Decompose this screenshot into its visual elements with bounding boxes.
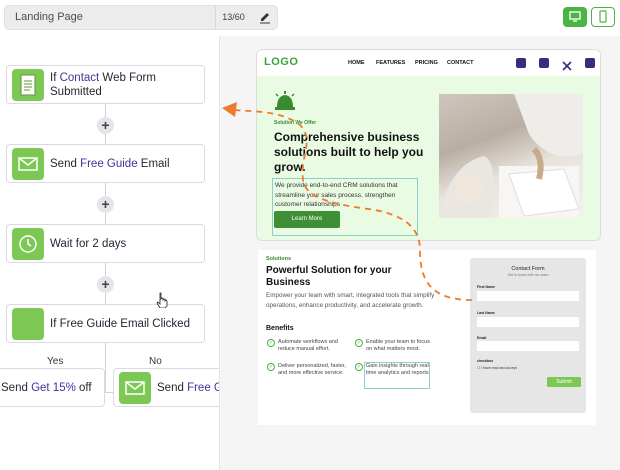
step-label: If Contact Web Form Submitted — [50, 71, 156, 98]
hero-headline: Comprehensive business solutions built t… — [274, 130, 424, 174]
step-label: If Free Guide Email Clicked — [50, 317, 190, 330]
step-label: Send Free G — [157, 381, 220, 394]
page-name-field[interactable]: Landing Page 13/60 — [4, 5, 278, 30]
pencil-icon[interactable] — [253, 7, 277, 28]
offer-tag: Solution We Offer — [274, 120, 317, 126]
top-bar: Landing Page 13/60 — [0, 0, 620, 36]
consent-checkbox[interactable]: ☐ I have read and accept — [477, 366, 517, 370]
nav-home[interactable]: HOME — [348, 60, 365, 66]
add-step-button[interactable]: + — [97, 117, 114, 134]
check-icon: ✓ — [355, 363, 363, 371]
nav-contact[interactable]: CONTACT — [447, 60, 473, 66]
form-title: Contact Form — [511, 266, 545, 272]
monitor-icon — [569, 11, 581, 22]
add-step-button[interactable]: + — [97, 196, 114, 213]
no-branch-label: No — [149, 356, 162, 367]
step-condition[interactable]: If Free Guide Email Clicked — [6, 304, 205, 343]
submit-button[interactable]: Submit — [547, 377, 581, 387]
benefit-item: ✓ Automate workflows and reduce manual ef… — [267, 339, 338, 352]
phone-icon — [599, 10, 607, 23]
add-step-button[interactable]: + — [97, 276, 114, 293]
form-icon — [12, 69, 44, 101]
landing-page-preview: LOGO HOME FEATURES PRICING CONTACT Solut… — [256, 49, 601, 241]
mobile-view-button[interactable] — [591, 7, 615, 27]
benefit-item: ✓ Enable your team to focus on what matte… — [355, 339, 430, 352]
nav-pricing[interactable]: PRICING — [415, 60, 438, 66]
x-icon[interactable] — [562, 58, 572, 71]
benefit-item: ✓ Deliver personalized, faster, and more … — [267, 363, 346, 376]
step-web-form-trigger[interactable]: If Contact Web Form Submitted — [6, 65, 205, 104]
first-name-label: First Name — [477, 285, 496, 289]
linkedin-icon[interactable] — [585, 58, 595, 68]
facebook-icon[interactable] — [516, 58, 526, 68]
hand-cursor-icon — [156, 292, 168, 309]
solutions-description: Empower your team with smart, integrated… — [266, 292, 435, 309]
hero-description: We provide end-to-end CRM solutions that… — [275, 182, 398, 208]
hero-image — [439, 94, 583, 218]
step-send-guide-again[interactable]: Send Free G — [113, 368, 220, 407]
step-label: Send Free Guide Email — [50, 157, 170, 170]
benefits-heading: Benefits — [266, 325, 294, 332]
desktop-view-button[interactable] — [563, 7, 587, 27]
clock-icon — [12, 228, 44, 260]
page-name-text[interactable]: Landing Page — [15, 11, 83, 23]
first-name-field[interactable] — [477, 291, 579, 301]
email-field[interactable] — [477, 341, 579, 351]
condition-icon — [12, 308, 44, 340]
nav-features[interactable]: FEATURES — [376, 60, 405, 66]
solutions-title: Powerful Solution for your Business — [266, 265, 392, 288]
checkbox-heading: checkbox — [477, 359, 494, 363]
step-label: Wait for 2 days — [50, 237, 127, 250]
contact-form: Contact Form Get in touch with our team … — [470, 258, 586, 413]
email-label: Email — [477, 336, 487, 340]
check-icon: ✓ — [355, 339, 363, 347]
step-send-email[interactable]: Send Free Guide Email — [6, 144, 205, 183]
logo: LOGO — [264, 56, 299, 68]
instagram-icon[interactable] — [539, 58, 549, 68]
learn-more-button[interactable]: Learn More — [274, 211, 340, 228]
form-subtitle: Get in touch with our team — [507, 273, 549, 277]
char-counter: 13/60 — [215, 6, 251, 29]
envelope-icon — [119, 372, 151, 404]
step-wait[interactable]: Wait for 2 days — [6, 224, 205, 263]
last-name-field[interactable] — [477, 317, 579, 327]
landing-navbar: LOGO HOME FEATURES PRICING CONTACT — [257, 50, 600, 76]
workflow-panel: If Contact Web Form Submitted + Send Fre… — [0, 36, 220, 470]
envelope-icon — [12, 148, 44, 180]
step-send-discount[interactable]: Send Get 15% off — [0, 368, 105, 407]
solutions-tag: Solutions — [266, 256, 292, 262]
bell-icon — [273, 90, 297, 112]
benefit-highlight-box — [364, 362, 430, 389]
yes-branch-label: Yes — [47, 356, 64, 367]
check-icon: ✓ — [267, 363, 275, 371]
last-name-label: Last Name — [477, 311, 495, 315]
check-icon: ✓ — [267, 339, 275, 347]
